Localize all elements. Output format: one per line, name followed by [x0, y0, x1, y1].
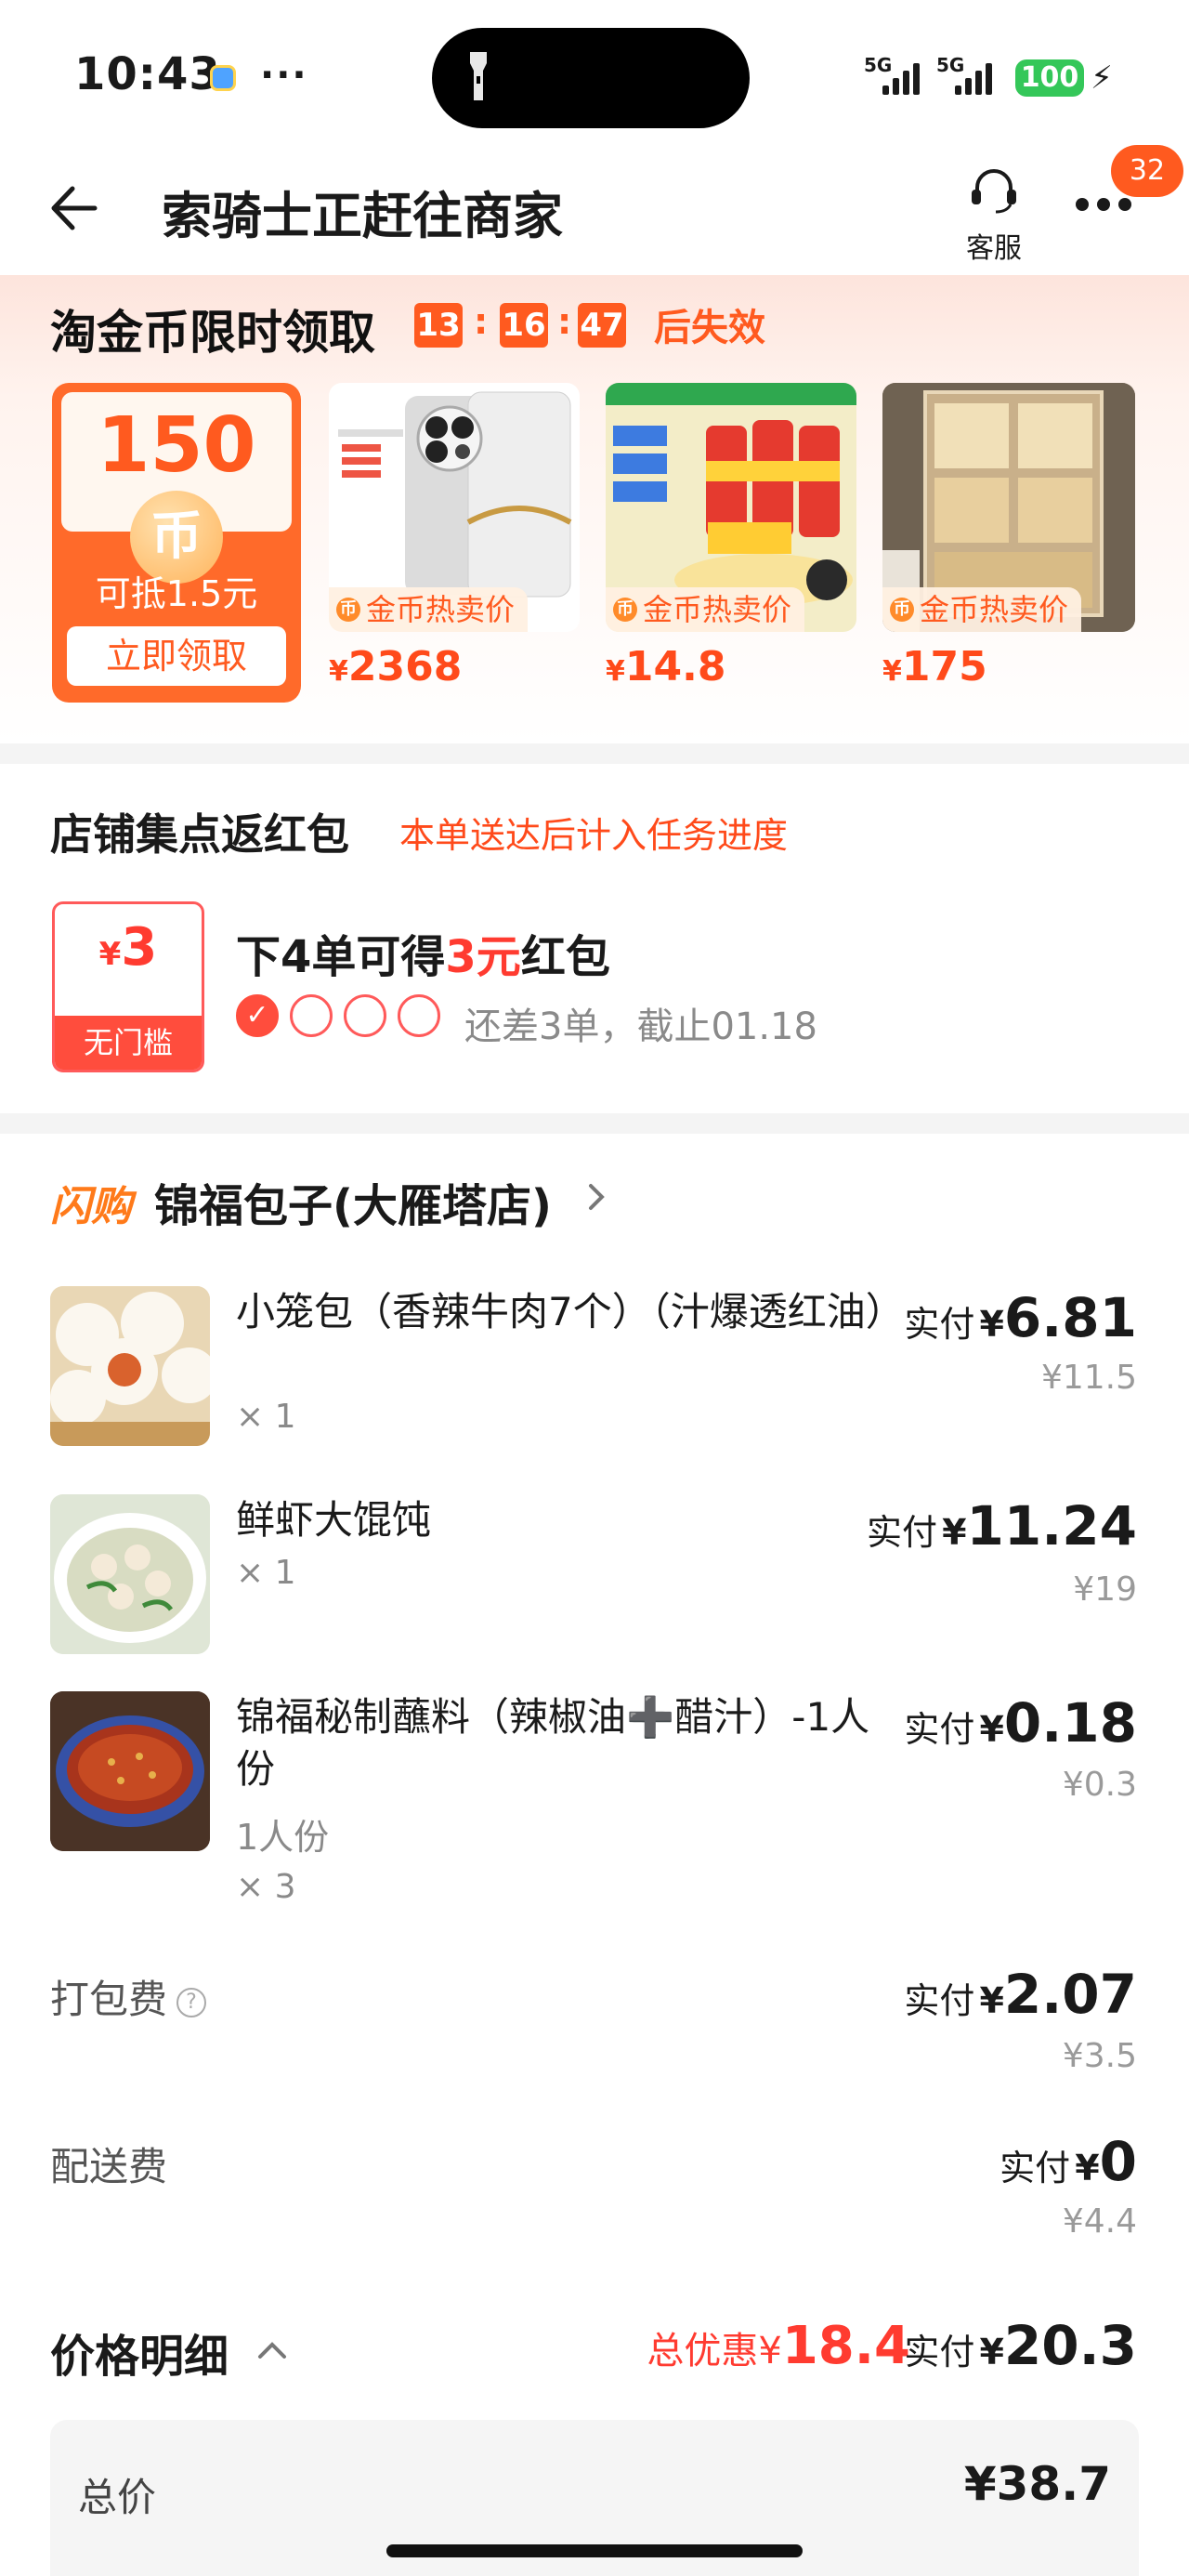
coin-price-tag: 币金币热卖价 [329, 587, 529, 632]
countdown-colon: : [557, 301, 572, 342]
red-packet-amount: ¥3 [98, 917, 158, 978]
status-time: 10:43 [74, 48, 221, 100]
item-name: 小笼包（香辣牛肉7个）（汁爆透红油） [236, 1289, 905, 1334]
points-remaining: 还差3单，截止01.18 [464, 1005, 817, 1048]
total-price-label: 总价 [78, 2475, 157, 2520]
price-detail-toggle[interactable]: 价格明细 [50, 2320, 229, 2385]
total-price-value: ¥38.7 [963, 2457, 1111, 2511]
delivery-fee-paid: 实付 ¥0 [1000, 2130, 1137, 2193]
item-image-wonton[interactable] [50, 1494, 210, 1654]
delivery-fee-label: 配送费 [50, 2144, 168, 2189]
chevron-up-icon[interactable] [256, 2340, 288, 2360]
notification-badge: 32 [1111, 145, 1183, 197]
coin-banner-title: 淘金币限时领取 [50, 306, 375, 360]
item-quantity: × 1 [236, 1554, 296, 1592]
item-paid-price: 实付 ¥6.81 [904, 1286, 1137, 1349]
delivery-fee-original: ¥4.4 [1062, 2202, 1137, 2241]
coin-product-card[interactable]: 币金币热卖价 ¥2368 [329, 383, 580, 690]
coin-tag-icon: 币 [890, 598, 914, 622]
coin-coupon-card[interactable]: 150 币 可抵1.5元 立即领取 [52, 383, 301, 703]
item-spec: 1人份 [236, 1817, 330, 1858]
claim-now-button[interactable]: 立即领取 [67, 626, 286, 686]
countdown-seconds: 47 [578, 303, 626, 348]
home-indicator[interactable] [386, 2544, 803, 2557]
shop-name-link[interactable]: 锦福包子(大雁塔店) [154, 1169, 552, 1234]
item-image-buns[interactable] [50, 1286, 210, 1446]
store-points-note: 本单送达后计入任务进度 [399, 815, 789, 856]
coin-tag-icon: 币 [336, 598, 360, 622]
product-price: ¥14.8 [606, 643, 726, 690]
total-paid: 实付 ¥20.3 [904, 2314, 1137, 2377]
progress-empty-icon [290, 994, 333, 1037]
cellular-signal-1-icon: 5G [864, 54, 920, 100]
coin-price-tag: 币金币热卖价 [882, 587, 1082, 632]
coin-product-card[interactable]: 币金币热卖价 ¥14.8 [606, 383, 856, 690]
red-packet-label: 无门槛 [55, 1016, 202, 1070]
status-more-dots: ··· [260, 54, 308, 97]
red-packet-coupon: ¥3 无门槛 [52, 901, 204, 1072]
item-quantity: × 3 [236, 1868, 296, 1906]
product-price: ¥2368 [329, 643, 463, 690]
total-discount: 总优惠¥18.4 [647, 2316, 910, 2376]
more-options-icon[interactable] [1076, 197, 1140, 215]
item-original-price: ¥0.3 [1062, 1766, 1137, 1804]
chevron-right-icon[interactable] [585, 1178, 609, 1216]
mini-app-icon [210, 65, 236, 91]
coin-tag-icon: 币 [613, 598, 637, 622]
coin-amount: 150 [97, 401, 256, 490]
coin-price-tag: 币金币热卖价 [606, 587, 805, 632]
flash-purchase-label: 闪购 [50, 1183, 132, 1230]
item-original-price: ¥19 [1073, 1571, 1137, 1609]
headset-icon [972, 169, 1016, 214]
item-name: 鲜虾大馄饨 [236, 1497, 432, 1543]
progress-empty-icon [344, 994, 386, 1037]
countdown-minutes: 16 [500, 303, 548, 348]
product-image-cabinet: 币金币热卖价 [882, 383, 1135, 632]
packing-fee-original: ¥3.5 [1062, 2037, 1137, 2075]
item-name: 锦福秘制蘸料（辣椒油➕醋汁）-1人份 [236, 1694, 870, 1792]
customer-service-button[interactable]: 客服 [957, 164, 1031, 266]
product-image-phone: 币金币热卖价 [329, 383, 580, 632]
progress-check-icon: ✓ [236, 994, 279, 1037]
coin-product-card[interactable]: 币金币热卖价 ¥175 [882, 383, 1135, 690]
section-divider [0, 1113, 1189, 1134]
section-divider [0, 743, 1189, 764]
page-title: 索骑士正赶往商家 [162, 187, 563, 245]
countdown-suffix: 后失效 [654, 307, 765, 349]
product-image-snacks: 币金币热卖价 [606, 383, 856, 632]
countdown-colon: : [474, 301, 489, 342]
points-headline: 下4单可得3元红包 [236, 931, 610, 983]
battery-indicator: 100 [1015, 59, 1084, 97]
store-points-title: 店铺集点返红包 [50, 809, 349, 860]
back-arrow-icon[interactable] [45, 181, 98, 235]
item-paid-price: 实付 ¥0.18 [904, 1691, 1137, 1755]
progress-empty-icon [398, 994, 440, 1037]
item-original-price: ¥11.5 [1040, 1359, 1137, 1397]
flashlight-icon [470, 52, 487, 100]
cellular-signal-2-icon: 5G [936, 54, 992, 100]
item-paid-price: 实付 ¥11.24 [866, 1494, 1137, 1557]
item-image-sauce[interactable] [50, 1691, 210, 1851]
customer-service-label: 客服 [966, 232, 1022, 265]
points-progress: ✓ [236, 994, 440, 1037]
item-quantity: × 1 [236, 1398, 296, 1436]
countdown-hours: 13 [414, 303, 463, 348]
product-price: ¥175 [882, 643, 987, 690]
charging-bolt-icon: ⚡ [1091, 59, 1113, 97]
packing-fee-label: 打包费? [50, 1968, 207, 2025]
help-icon[interactable]: ? [176, 1987, 207, 2017]
packing-fee-paid: 实付 ¥2.07 [904, 1963, 1137, 2026]
coin-deduct-text: 可抵1.5元 [95, 573, 258, 614]
